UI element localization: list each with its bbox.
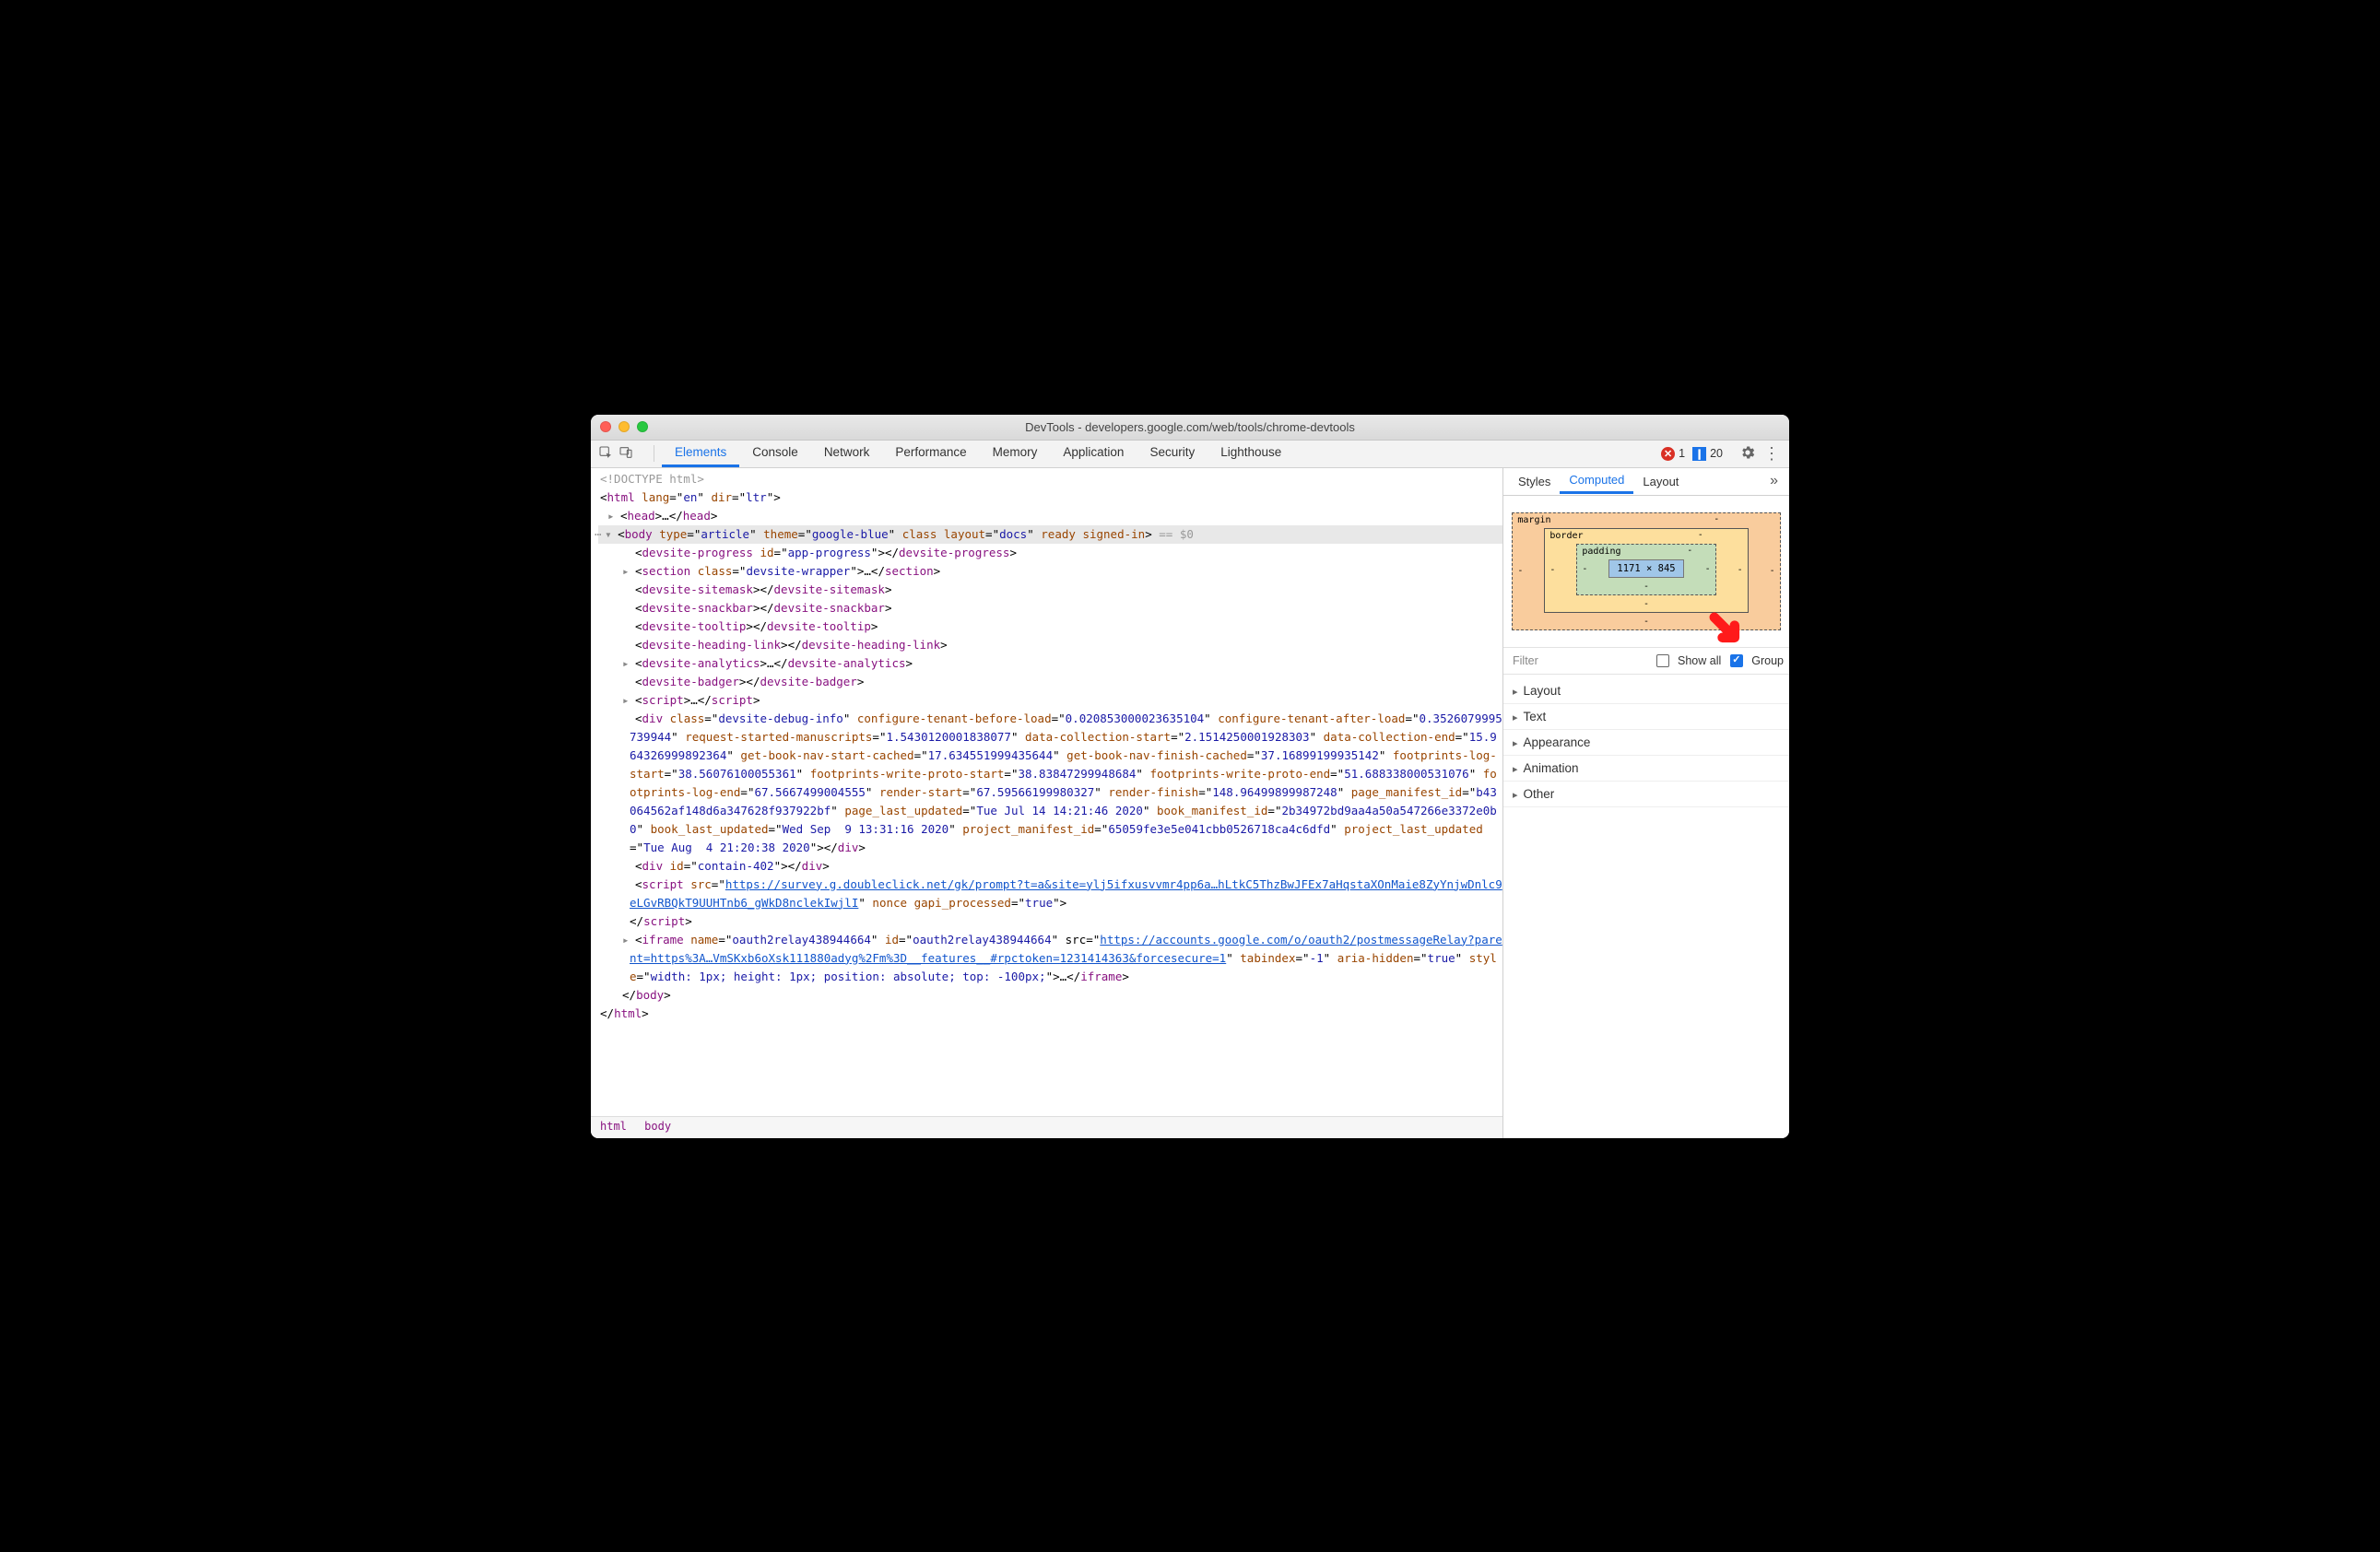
computed-filter-row: Filter Show all Group [1503,647,1789,675]
error-icon: ✕ [1661,447,1675,461]
devtools-window: DevTools - developers.google.com/web/too… [591,415,1789,1138]
minimize-icon[interactable] [619,421,630,432]
computed-groups: Layout Text Appearance Animation Other [1503,675,1789,811]
show-all-label[interactable]: Show all [1678,654,1721,667]
tab-styles[interactable]: Styles [1509,470,1560,493]
more-menu-icon[interactable]: ⋮ [1763,449,1780,458]
tab-performance[interactable]: Performance [882,440,979,467]
main-toolbar: Elements Console Network Performance Mem… [591,441,1789,468]
group-other[interactable]: Other [1503,782,1789,807]
group-text[interactable]: Text [1503,704,1789,730]
zoom-icon[interactable] [637,421,648,432]
content-size: 1171 × 845 [1608,559,1683,579]
border-label: border [1549,532,1583,541]
close-icon[interactable] [600,421,611,432]
device-toolbar-icon[interactable] [619,445,633,463]
crumb-html[interactable]: html [600,1120,627,1133]
message-count: 20 [1710,447,1723,460]
window-title: DevTools - developers.google.com/web/too… [1025,420,1355,434]
group-checkbox[interactable] [1730,654,1743,667]
traffic-lights [600,421,648,432]
tab-layout[interactable]: Layout [1633,470,1688,493]
sidebar: Styles Computed Layout » margin - - - - … [1503,468,1789,1138]
margin-label: margin [1517,516,1550,525]
tab-memory[interactable]: Memory [980,440,1051,467]
tab-console[interactable]: Console [739,440,811,467]
issues-counter[interactable]: ✕ 1 ❙ 20 [1661,447,1723,461]
group-appearance[interactable]: Appearance [1503,730,1789,756]
sidebar-more-icon[interactable]: » [1764,469,1784,493]
padding-label: padding [1582,547,1620,557]
inspect-element-icon[interactable] [598,445,613,463]
tab-security[interactable]: Security [1137,440,1208,467]
group-animation[interactable]: Animation [1503,756,1789,782]
filter-input[interactable]: Filter [1513,654,1647,667]
tab-lighthouse[interactable]: Lighthouse [1208,440,1294,467]
crumb-body[interactable]: body [644,1120,671,1133]
dom-tree[interactable]: <!DOCTYPE html><html lang="en" dir="ltr"… [591,468,1502,1116]
show-all-checkbox[interactable] [1656,654,1669,667]
group-label[interactable]: Group [1751,654,1784,667]
breadcrumb[interactable]: html body [591,1116,1502,1138]
group-layout[interactable]: Layout [1503,678,1789,704]
tab-network[interactable]: Network [811,440,883,467]
tab-application[interactable]: Application [1050,440,1137,467]
error-count: 1 [1679,447,1685,460]
tab-elements[interactable]: Elements [662,440,739,467]
panel-tabs: Elements Console Network Performance Mem… [662,440,1294,467]
arrow-callout-icon [1706,609,1747,650]
elements-panel: <!DOCTYPE html><html lang="en" dir="ltr"… [591,468,1503,1138]
settings-icon[interactable] [1739,444,1756,464]
message-icon: ❙ [1692,447,1706,461]
tab-computed[interactable]: Computed [1560,468,1633,494]
sidebar-tabs: Styles Computed Layout » [1503,468,1789,496]
window-titlebar: DevTools - developers.google.com/web/too… [591,415,1789,441]
